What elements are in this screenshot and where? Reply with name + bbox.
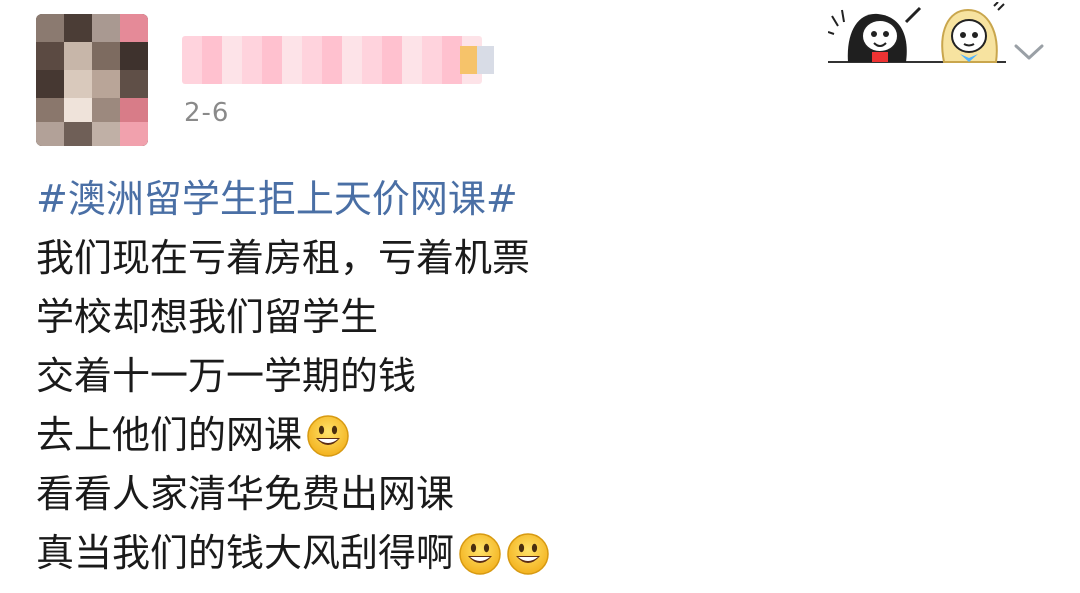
- grinning-face-icon: [506, 532, 550, 576]
- post-line-text: 真当我们的钱大风刮得啊: [36, 531, 455, 575]
- cartoon-characters-icon: [827, 1, 1006, 68]
- post-line-text: 看看人家清华免费出网课: [36, 472, 455, 516]
- post-line-text: 交着十一万一学期的钱: [36, 354, 417, 398]
- grinning-face-icon: [458, 532, 502, 576]
- post-line-text: 去上他们的网课: [36, 413, 303, 457]
- post-line-text: 我们现在亏着房租，亏着机票: [36, 236, 531, 280]
- grinning-face-icon: [306, 414, 350, 458]
- post-line: 看看人家清华免费出网课: [36, 465, 1036, 524]
- post-date: 2-6: [184, 98, 230, 128]
- post-content: #澳洲留学生拒上天价网课# 我们现在亏着房租，亏着机票 学校却想我们留学生 交着…: [36, 170, 1036, 583]
- post-line: 去上他们的网课: [36, 406, 1036, 465]
- username-badge-blurred: [460, 46, 494, 74]
- post-line: 学校却想我们留学生: [36, 288, 1036, 347]
- post-line: 交着十一万一学期的钱: [36, 347, 1036, 406]
- post-hashtag[interactable]: #澳洲留学生拒上天价网课#: [36, 170, 1036, 229]
- avatar[interactable]: [36, 14, 148, 146]
- post-line: 我们现在亏着房租，亏着机票: [36, 229, 1036, 288]
- chevron-down-icon[interactable]: [1012, 38, 1046, 64]
- avatar-pixelated-image: [36, 14, 148, 146]
- username-blurred[interactable]: [182, 36, 494, 84]
- post-line: 真当我们的钱大风刮得啊: [36, 524, 1036, 583]
- hashtag-text[interactable]: #澳洲留学生拒上天价网课#: [36, 170, 518, 229]
- post-line-text: 学校却想我们留学生: [36, 295, 379, 339]
